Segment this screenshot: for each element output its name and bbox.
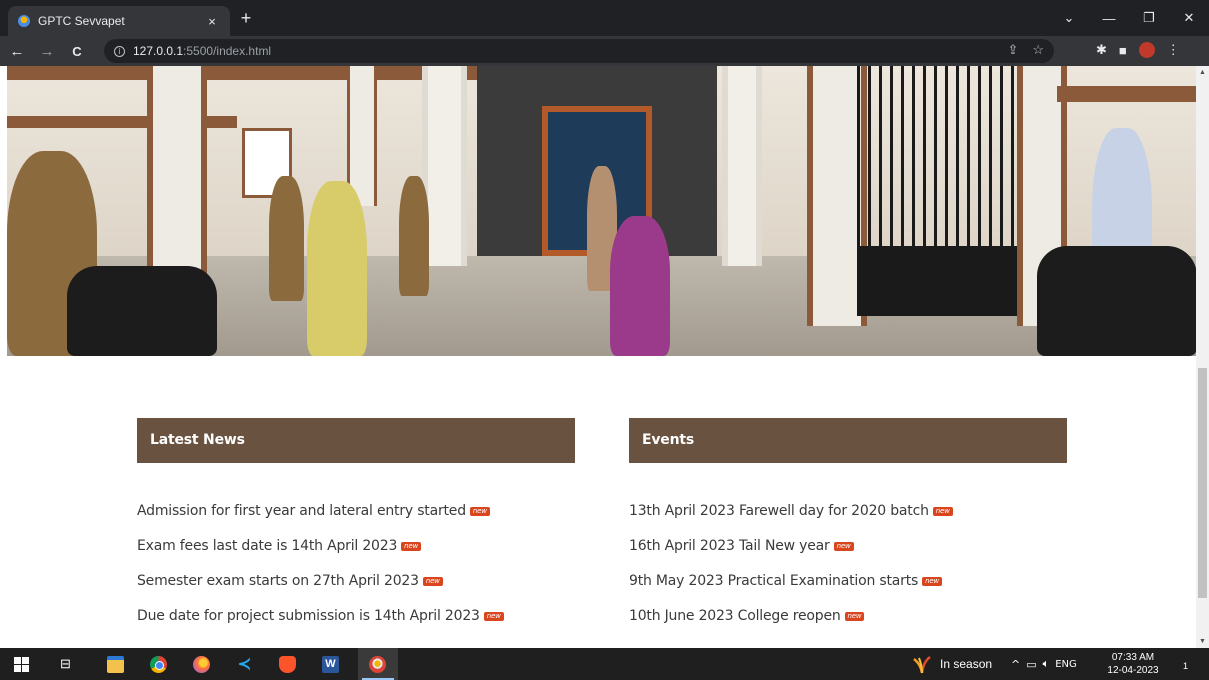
weather-text[interactable]: In season: [940, 657, 992, 671]
list-item[interactable]: Due date for project submission is 14th …: [137, 608, 575, 643]
vscode-icon[interactable]: ≺: [236, 656, 253, 673]
star-icon[interactable]: ☆: [1032, 42, 1044, 58]
browser-tab[interactable]: GPTC Sevvapet ×: [8, 6, 230, 36]
scroll-down-icon[interactable]: ▼: [1196, 638, 1209, 645]
brave-icon[interactable]: [279, 656, 296, 673]
menu-icon[interactable]: ⋮: [1167, 42, 1180, 58]
new-badge: new: [422, 577, 443, 586]
scroll-up-icon[interactable]: ▲: [1196, 69, 1209, 76]
browser-toolbar: ← → C i 127.0.0.1:5500/index.html ⇪ ☆ ✱ …: [0, 36, 1209, 66]
tab-search-button[interactable]: ⌄: [1049, 10, 1089, 26]
new-badge: new: [833, 542, 854, 551]
list-item[interactable]: 9th May 2023 Practical Examination start…: [629, 573, 1067, 608]
task-view-icon[interactable]: ⊟: [57, 656, 74, 673]
word-icon[interactable]: W: [322, 656, 339, 673]
show-hidden-icons-chevron[interactable]: ^: [1011, 658, 1020, 671]
events-list: 13th April 2023 Farewell day for 2020 ba…: [629, 503, 1067, 643]
new-badge: new: [922, 577, 942, 586]
chrome-icon[interactable]: [150, 656, 167, 673]
latest-news-section: Latest News Admission for first year and…: [137, 418, 575, 643]
notification-center-icon[interactable]: 1: [1174, 656, 1191, 672]
new-badge: new: [483, 612, 504, 621]
windows-start-icon[interactable]: [14, 657, 29, 672]
back-button[interactable]: ←: [4, 43, 30, 60]
latest-news-heading: Latest News: [137, 418, 575, 463]
page-scrollbar[interactable]: ▲ ▼: [1196, 66, 1209, 648]
tab-title: GPTC Sevvapet: [38, 14, 125, 28]
list-item[interactable]: Exam fees last date is 14th April 2023 ne…: [137, 538, 575, 573]
reload-button[interactable]: C: [64, 44, 90, 59]
notification-count: 1: [1182, 661, 1188, 671]
minimize-button[interactable]: —: [1089, 11, 1129, 26]
firefox-icon[interactable]: [193, 656, 210, 673]
list-item[interactable]: 16th April 2023 Tail New year new: [629, 538, 1067, 573]
tab-close-icon[interactable]: ×: [204, 14, 220, 29]
events-heading: Events: [629, 418, 1067, 463]
browser-tab-bar: GPTC Sevvapet × + ⌄ — ❐ ✕: [0, 0, 1209, 36]
volume-icon[interactable]: 🔈︎: [1043, 657, 1050, 671]
chrome-active-icon[interactable]: [369, 656, 386, 673]
page-viewport: Latest News Admission for first year and…: [0, 66, 1209, 648]
forward-button[interactable]: →: [34, 43, 60, 60]
campus-entrance-photo: [7, 66, 1196, 356]
clock-date: 12-04-2023: [1107, 665, 1159, 676]
new-badge: new: [932, 507, 953, 516]
list-item[interactable]: Admission for first year and lateral ent…: [137, 503, 575, 538]
list-item[interactable]: Semester exam starts on 27th April 2023 n…: [137, 573, 575, 608]
sidepanel-icon[interactable]: ■: [1119, 43, 1127, 58]
clock-time: 07:33 AM: [1111, 652, 1155, 663]
latest-news-list: Admission for first year and lateral ent…: [137, 503, 575, 643]
language-indicator[interactable]: ENG: [1055, 659, 1077, 670]
url-path: :5500/index.html: [183, 44, 272, 58]
file-explorer-icon[interactable]: [107, 656, 124, 673]
new-tab-button[interactable]: +: [236, 8, 256, 29]
site-info-icon[interactable]: i: [114, 45, 125, 57]
puzzle-icon[interactable]: ✱: [1096, 42, 1107, 58]
new-badge: new: [844, 612, 865, 621]
windows-taskbar: ⊟ ≺ W In season ^ ▭ 🔈︎ ENG 07:33 AM 12-0…: [0, 648, 1209, 680]
system-tray: ^ ▭ 🔈︎ ENG: [1011, 657, 1077, 671]
scroll-thumb[interactable]: [1198, 368, 1207, 598]
site-favicon-icon: [18, 15, 30, 27]
window-controls: ⌄ — ❐ ✕: [1049, 0, 1209, 36]
brave-extension-icon[interactable]: [1138, 42, 1155, 58]
events-section: Events 13th April 2023 Farewell day for …: [629, 418, 1067, 643]
restore-button[interactable]: ❐: [1129, 10, 1169, 26]
clock[interactable]: 07:33 AM 12-04-2023: [1106, 651, 1160, 677]
list-item[interactable]: 10th June 2023 College reopen new: [629, 608, 1067, 643]
new-badge: new: [469, 507, 490, 516]
network-icon[interactable]: ▭: [1026, 658, 1036, 671]
share-icon[interactable]: ⇪: [1007, 42, 1018, 58]
close-window-button[interactable]: ✕: [1169, 10, 1209, 26]
new-badge: new: [401, 542, 422, 551]
url-host: 127.0.0.1: [133, 44, 184, 58]
plant-weather-icon[interactable]: [912, 654, 932, 674]
address-bar[interactable]: i 127.0.0.1:5500/index.html ⇪ ☆: [104, 39, 1054, 63]
list-item[interactable]: 13th April 2023 Farewell day for 2020 ba…: [629, 503, 1067, 538]
